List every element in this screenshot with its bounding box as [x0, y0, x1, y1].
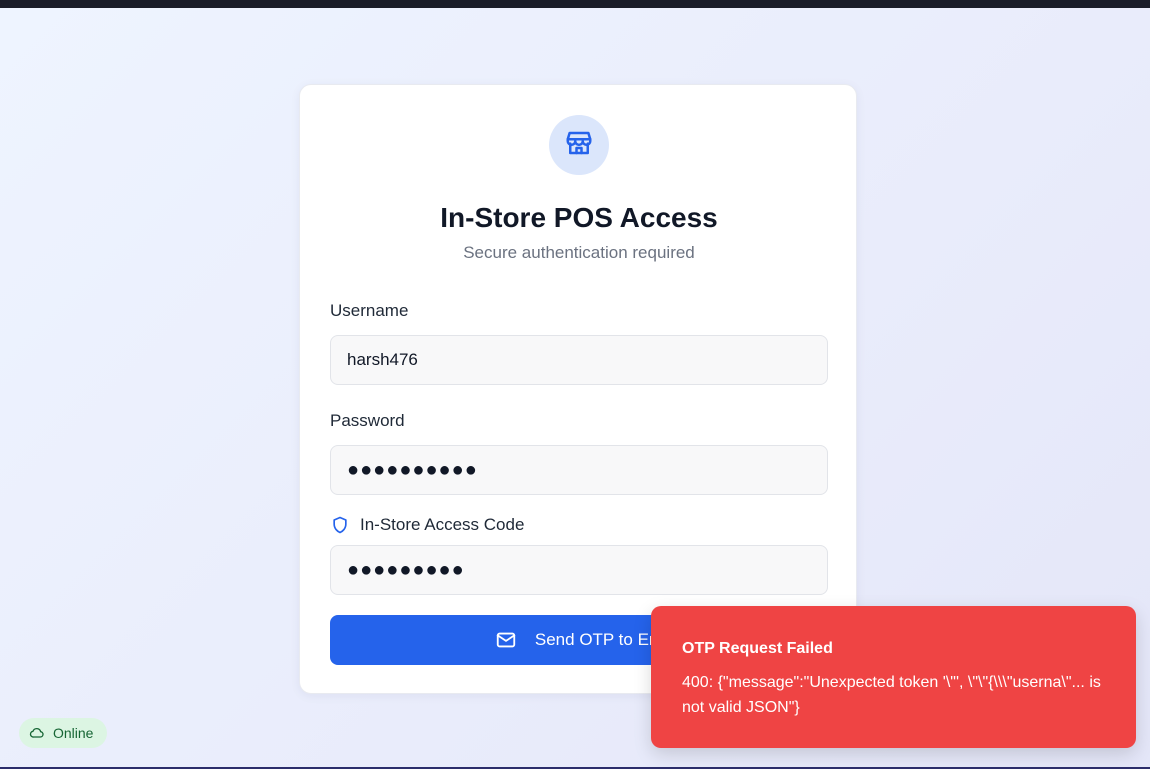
toast-title: OTP Request Failed	[682, 640, 833, 657]
password-input[interactable]: ●●●●●●●●●●	[330, 445, 828, 495]
status-badge: Online	[19, 718, 107, 748]
page-title: In-Store POS Access	[440, 202, 718, 233]
username-input[interactable]: harsh476	[330, 335, 828, 385]
username-value: harsh476	[347, 350, 418, 369]
mail-icon	[495, 629, 517, 651]
access-code-value: ●●●●●●●●●	[347, 558, 465, 581]
login-card: In-Store POS Access Secure authenticatio…	[299, 84, 857, 694]
error-toast[interactable]: OTP Request Failed 400: {"message":"Unex…	[651, 606, 1136, 748]
shield-icon	[330, 515, 350, 535]
status-label: Online	[53, 725, 94, 741]
access-code-input[interactable]: ●●●●●●●●●	[330, 545, 828, 595]
toast-message: 400: {"message":"Unexpected token '\"', …	[682, 674, 1101, 716]
store-icon	[564, 128, 594, 163]
access-code-label: In-Store Access Code	[330, 515, 524, 535]
access-code-label-text: In-Store Access Code	[360, 515, 525, 534]
store-logo	[549, 115, 609, 175]
top-bar	[0, 0, 1150, 8]
cloud-icon	[29, 725, 45, 741]
send-otp-label: Send OTP to Em	[534, 630, 664, 649]
page-subtitle: Secure authentication required	[463, 243, 695, 262]
password-label: Password	[330, 411, 405, 430]
username-label: Username	[330, 301, 409, 320]
password-value: ●●●●●●●●●●	[347, 458, 478, 481]
